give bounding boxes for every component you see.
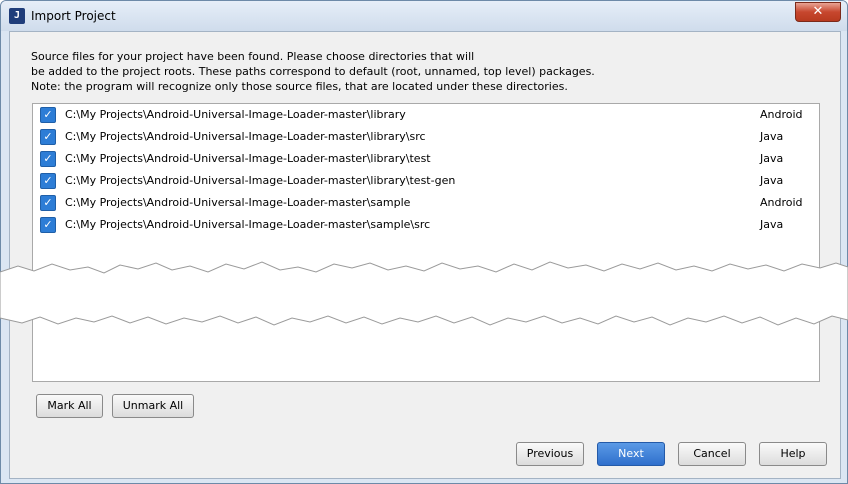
description-line-1: Source files for your project have been … xyxy=(31,50,475,63)
directory-type: Java xyxy=(760,174,784,187)
close-button[interactable]: ✕ xyxy=(795,2,841,22)
mark-all-button[interactable]: Mark All xyxy=(36,394,103,418)
next-button[interactable]: Next xyxy=(597,442,665,466)
directory-row[interactable]: ✓ C:\My Projects\Android-Universal-Image… xyxy=(33,170,819,192)
checkmark-icon: ✓ xyxy=(43,196,53,209)
directory-path: C:\My Projects\Android-Universal-Image-L… xyxy=(65,174,456,187)
directory-type: Java xyxy=(760,152,784,165)
import-project-dialog: J Import Project ✕ Source files for your… xyxy=(0,0,848,484)
directory-checkbox[interactable]: ✓ xyxy=(40,217,56,233)
directory-type: Java xyxy=(760,130,784,143)
checkmark-icon: ✓ xyxy=(43,152,53,165)
directory-path: C:\My Projects\Android-Universal-Image-L… xyxy=(65,108,406,121)
directory-path: C:\My Projects\Android-Universal-Image-L… xyxy=(65,196,411,209)
cancel-button[interactable]: Cancel xyxy=(678,442,746,466)
help-button[interactable]: Help xyxy=(759,442,827,466)
directory-checkbox[interactable]: ✓ xyxy=(40,173,56,189)
directory-checkbox[interactable]: ✓ xyxy=(40,195,56,211)
directory-row[interactable]: ✓ C:\My Projects\Android-Universal-Image… xyxy=(33,126,819,148)
description-line-2: be added to the project roots. These pat… xyxy=(31,65,595,78)
torn-edge-overlay xyxy=(0,261,848,326)
directory-path: C:\My Projects\Android-Universal-Image-L… xyxy=(65,152,431,165)
directory-checkbox[interactable]: ✓ xyxy=(40,151,56,167)
directory-type: Java xyxy=(760,218,784,231)
directory-checkbox[interactable]: ✓ xyxy=(40,129,56,145)
close-icon: ✕ xyxy=(812,4,824,19)
checkmark-icon: ✓ xyxy=(43,130,53,143)
directory-type: Android xyxy=(760,108,803,121)
previous-button[interactable]: Previous xyxy=(516,442,584,466)
checkmark-icon: ✓ xyxy=(43,218,53,231)
directory-row[interactable]: ✓ C:\My Projects\Android-Universal-Image… xyxy=(33,214,819,236)
directory-list[interactable]: ✓ C:\My Projects\Android-Universal-Image… xyxy=(32,103,820,382)
unmark-all-button[interactable]: Unmark All xyxy=(112,394,194,418)
description-text: Source files for your project have been … xyxy=(31,49,811,94)
directory-row[interactable]: ✓ C:\My Projects\Android-Universal-Image… xyxy=(33,104,819,126)
checkmark-icon: ✓ xyxy=(43,108,53,121)
directory-checkbox[interactable]: ✓ xyxy=(40,107,56,123)
title-bar[interactable]: J Import Project ✕ xyxy=(1,1,847,31)
window-title: Import Project xyxy=(31,9,116,23)
dialog-content: Source files for your project have been … xyxy=(9,31,841,479)
intellij-app-icon: J xyxy=(9,8,25,24)
directory-row[interactable]: ✓ C:\My Projects\Android-Universal-Image… xyxy=(33,192,819,214)
checkmark-icon: ✓ xyxy=(43,174,53,187)
directory-path: C:\My Projects\Android-Universal-Image-L… xyxy=(65,130,426,143)
directory-path: C:\My Projects\Android-Universal-Image-L… xyxy=(65,218,431,231)
description-line-3: Note: the program will recognize only th… xyxy=(31,80,568,93)
directory-row[interactable]: ✓ C:\My Projects\Android-Universal-Image… xyxy=(33,148,819,170)
directory-type: Android xyxy=(760,196,803,209)
